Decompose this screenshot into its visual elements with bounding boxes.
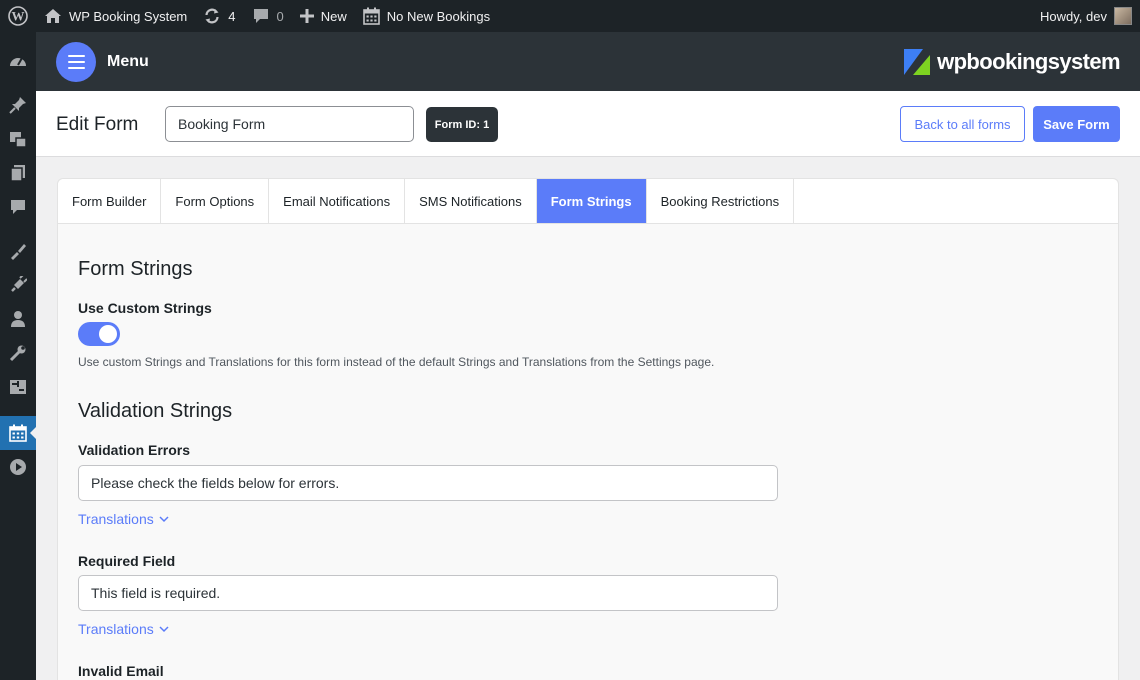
form-settings-card: Form Builder Form Options Email Notifica…: [57, 178, 1119, 680]
translations-label: Translations: [78, 621, 154, 637]
brand-logo: wpbookingsystem: [903, 48, 1121, 76]
form-id-badge: Form ID: 1: [426, 107, 498, 142]
tab-form-builder[interactable]: Form Builder: [58, 179, 162, 223]
invalid-email-label: Invalid Email: [78, 663, 164, 679]
plugin-header: Menu wpbookingsystem: [36, 32, 1140, 91]
settings-icon: [10, 380, 26, 394]
validation-errors-label: Validation Errors: [78, 442, 191, 458]
validation-strings-heading: Validation Strings: [78, 400, 233, 422]
wordpress-logo-link[interactable]: W: [0, 0, 36, 32]
admin-bar: W WP Booking System 4 0 New No New Booki…: [0, 0, 1140, 32]
page-title: Edit Form: [56, 114, 139, 135]
comments-icon: [11, 200, 25, 214]
tools-menu-item[interactable]: [0, 336, 36, 370]
menu-label[interactable]: Menu: [107, 53, 149, 71]
dashboard-icon: [10, 57, 26, 66]
use-custom-strings-help: Use custom Strings and Translations for …: [78, 355, 715, 369]
required-field-translations-toggle[interactable]: Translations: [78, 621, 169, 637]
translations-label: Translations: [78, 511, 154, 527]
validation-errors-input[interactable]: [78, 465, 778, 501]
media-player-menu-item[interactable]: [0, 450, 36, 484]
comment-icon: [253, 9, 268, 23]
new-content-link[interactable]: New: [292, 0, 355, 32]
booking-system-menu-item[interactable]: [0, 416, 36, 450]
play-icon: [10, 459, 26, 475]
form-tabs: Form Builder Form Options Email Notifica…: [58, 179, 1118, 224]
form-strings-heading: Form Strings: [78, 258, 193, 280]
hamburger-icon: [67, 54, 85, 57]
calendar-icon: [362, 7, 380, 25]
tab-email-notifications[interactable]: Email Notifications: [269, 179, 406, 223]
updates-count: 4: [228, 8, 236, 24]
svg-text:W: W: [12, 9, 25, 24]
required-field-label: Required Field: [78, 553, 176, 569]
pages-icon: [10, 165, 25, 182]
media-icon: [10, 132, 27, 148]
plugins-icon: [11, 276, 27, 292]
save-form-button[interactable]: Save Form: [1033, 106, 1120, 142]
bookings-link[interactable]: No New Bookings: [355, 0, 498, 32]
howdy-text: Howdy, dev: [1040, 8, 1107, 24]
tab-form-strings[interactable]: Form Strings: [536, 179, 647, 223]
site-name-link[interactable]: WP Booking System: [36, 0, 195, 32]
site-name: WP Booking System: [69, 8, 188, 24]
chevron-down-icon: [159, 625, 169, 632]
brand-name: wpbookingsystem: [937, 48, 1121, 74]
use-custom-strings-label: Use Custom Strings: [78, 300, 212, 316]
tab-booking-restrictions[interactable]: Booking Restrictions: [646, 179, 795, 223]
calendar-icon: [9, 424, 27, 442]
tools-icon: [9, 345, 26, 362]
chevron-down-icon: [159, 515, 169, 522]
admin-side-menu: [0, 32, 36, 680]
comments-menu-item[interactable]: [0, 190, 36, 224]
users-icon: [11, 311, 25, 327]
pages-menu-item[interactable]: [0, 156, 36, 190]
settings-menu-item[interactable]: [0, 370, 36, 404]
comments-link[interactable]: 0: [244, 0, 292, 32]
users-menu-item[interactable]: [0, 302, 36, 336]
posts-menu-item[interactable]: [0, 88, 36, 122]
menu-button[interactable]: [56, 41, 96, 82]
validation-errors-translations-toggle[interactable]: Translations: [78, 511, 169, 527]
wordpress-logo-icon: W: [8, 6, 28, 26]
pin-icon: [9, 97, 26, 114]
avatar: [1114, 7, 1132, 25]
wpbs-logo-icon: [904, 48, 931, 75]
tab-form-options[interactable]: Form Options: [161, 179, 270, 223]
form-name-input[interactable]: [165, 106, 414, 142]
tab-sms-notifications[interactable]: SMS Notifications: [405, 179, 537, 223]
back-to-forms-button[interactable]: Back to all forms: [900, 106, 1025, 142]
appearance-menu-item[interactable]: [0, 234, 36, 268]
appearance-icon: [11, 244, 26, 260]
new-label: New: [320, 8, 347, 24]
dashboard-menu-item[interactable]: [0, 43, 36, 77]
bookings-label: No New Bookings: [386, 8, 491, 24]
home-icon: [45, 9, 61, 23]
edit-form-bar: Edit Form Form ID: 1 Back to all forms S…: [36, 91, 1140, 157]
plugins-menu-item[interactable]: [0, 268, 36, 302]
media-menu-item[interactable]: [0, 122, 36, 156]
plus-icon: [299, 9, 314, 23]
updates-link[interactable]: 4: [195, 0, 243, 32]
use-custom-strings-toggle[interactable]: [78, 322, 120, 346]
comments-count: 0: [276, 8, 284, 24]
required-field-input[interactable]: [78, 575, 778, 611]
updates-icon: [205, 8, 219, 24]
account-menu[interactable]: Howdy, dev: [1040, 0, 1140, 32]
